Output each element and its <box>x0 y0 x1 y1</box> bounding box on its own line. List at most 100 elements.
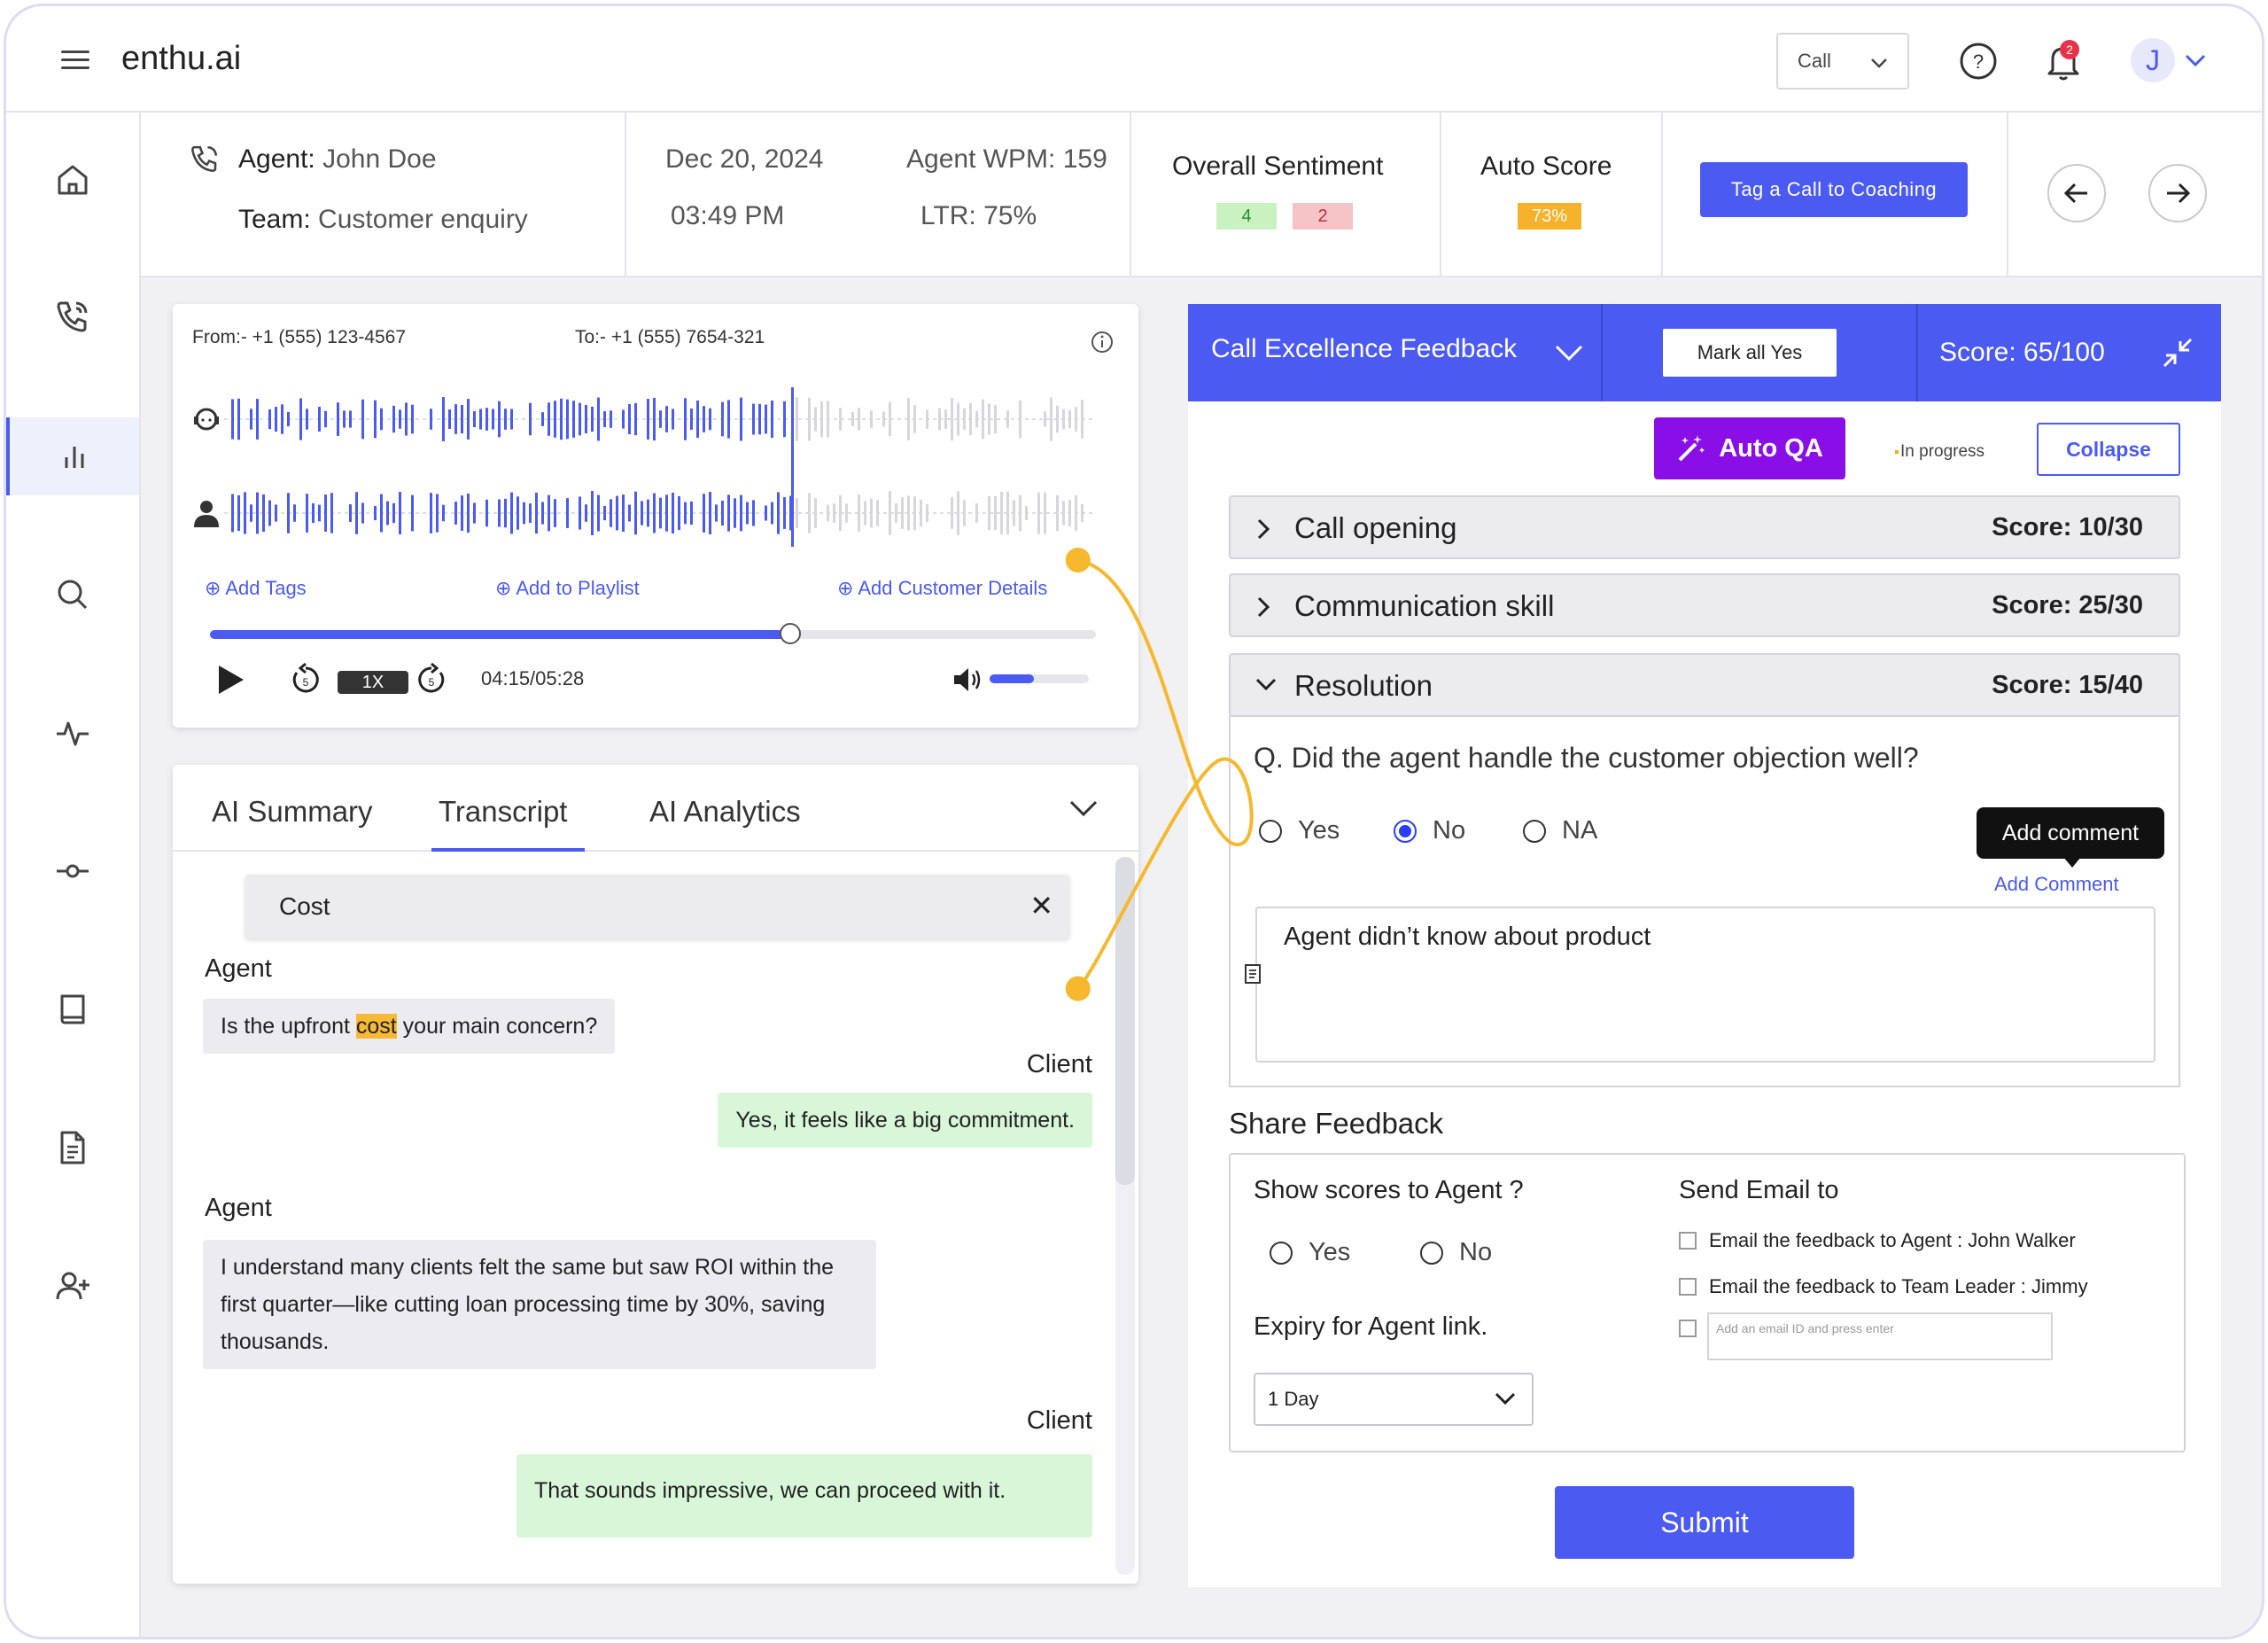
wave-bar <box>566 399 569 440</box>
wave-bar <box>771 502 773 525</box>
wave-bar <box>256 399 259 440</box>
tab-ai-summary[interactable]: AI Summary <box>212 795 373 829</box>
email-agent-checkbox[interactable]: Email the feedback to Agent : John Walke… <box>1679 1229 2076 1252</box>
radio-circle[interactable] <box>1259 819 1282 843</box>
chevron-down-icon[interactable] <box>1553 341 1585 366</box>
volume-icon[interactable] <box>952 666 984 694</box>
wave-bar <box>1068 409 1071 429</box>
sidebar-item-search[interactable] <box>6 556 139 634</box>
agent-waveform[interactable] <box>189 393 1110 446</box>
add-tags-link[interactable]: ⊕ Add Tags <box>205 577 307 600</box>
submit-button[interactable]: Submit <box>1555 1486 1854 1559</box>
scrollbar[interactable] <box>1115 857 1135 1575</box>
wave-bar <box>405 402 408 436</box>
chevron-down-icon[interactable] <box>2184 51 2207 70</box>
help-icon[interactable]: ? <box>1955 38 2001 84</box>
email-input[interactable]: Add an email ID and press enter <box>1707 1312 2053 1360</box>
radio-circle[interactable] <box>1394 819 1417 843</box>
customer-waveform[interactable] <box>189 487 1110 540</box>
sidebar-item-activity[interactable] <box>6 694 139 772</box>
agent-message: I understand many clients felt the same … <box>203 1240 876 1369</box>
show-scores-no[interactable]: No <box>1420 1238 1492 1267</box>
close-icon[interactable]: ✕ <box>1029 889 1053 923</box>
radio-circle[interactable] <box>1523 819 1546 843</box>
wave-bar <box>448 409 451 429</box>
wave-bar <box>498 401 501 438</box>
play-icon[interactable] <box>215 662 247 697</box>
wave-bar <box>591 491 594 535</box>
chevron-down-icon <box>1871 58 1887 68</box>
tab-ai-analytics[interactable]: AI Analytics <box>649 795 801 829</box>
show-scores-label: Show scores to Agent ? <box>1254 1176 1524 1204</box>
wave-bar <box>585 504 587 522</box>
section-call-opening[interactable]: Call opening Score: 10/30 <box>1229 495 2180 559</box>
wave-bar <box>461 404 463 434</box>
collapse-button[interactable]: Collapse <box>2037 423 2180 476</box>
add-customer-link[interactable]: ⊕ Add Customer Details <box>837 577 1047 600</box>
option-no[interactable]: No <box>1394 816 1465 845</box>
radio-circle[interactable] <box>1270 1241 1293 1265</box>
call-type-select[interactable]: Call <box>1776 33 1909 90</box>
email-leader-checkbox[interactable]: Email the feedback to Team Leader : Jimm… <box>1679 1275 2088 1298</box>
wave-bar <box>231 399 234 440</box>
speed-button[interactable]: 1X <box>338 671 408 694</box>
wave-bar <box>262 494 265 533</box>
radio-circle[interactable] <box>1420 1241 1443 1265</box>
wave-bar <box>672 492 674 534</box>
wave-bar <box>709 408 711 431</box>
next-call-button[interactable] <box>2148 164 2207 222</box>
auto-qa-button[interactable]: Auto QA <box>1654 417 1845 479</box>
option-yes[interactable]: Yes <box>1259 816 1340 845</box>
checkbox[interactable] <box>1679 1278 1697 1296</box>
rewind-icon[interactable]: 5 <box>288 662 323 697</box>
section-communication-skill[interactable]: Communication skill Score: 25/30 <box>1229 573 2180 637</box>
minimize-icon[interactable] <box>2159 334 2196 371</box>
checkbox[interactable] <box>1679 1232 1697 1250</box>
wave-bar <box>690 501 693 526</box>
add-playlist-link[interactable]: ⊕ Add to Playlist <box>495 577 640 600</box>
section-resolution[interactable]: Resolution Score: 15/40 <box>1229 653 2180 717</box>
checkbox[interactable] <box>1679 1320 1697 1337</box>
menu-icon[interactable] <box>61 51 89 70</box>
expiry-select[interactable]: 1 Day <box>1254 1373 1534 1426</box>
sidebar-item-reports[interactable] <box>6 1109 139 1187</box>
progress-bar[interactable] <box>210 623 1096 644</box>
transcript-search-chip[interactable]: Cost ✕ <box>245 875 1069 938</box>
volume-slider[interactable] <box>990 674 1089 683</box>
scroll-thumb[interactable] <box>1115 857 1135 1185</box>
app-window: enthu.ai Call ? 2 J Agent: John Doe Team… <box>4 4 2264 1639</box>
sidebar-item-pipeline[interactable] <box>6 832 139 910</box>
sidebar-item-library[interactable] <box>6 970 139 1048</box>
wave-bar <box>988 495 990 531</box>
wave-bar <box>994 495 997 531</box>
wave-bar <box>1006 491 1009 535</box>
info-icon[interactable] <box>1091 331 1114 354</box>
sidebar-item-add-user[interactable] <box>6 1247 139 1325</box>
tab-transcript[interactable]: Transcript <box>431 795 586 852</box>
document-icon <box>60 1131 85 1164</box>
avatar[interactable]: J <box>2131 38 2175 82</box>
sidebar-item-home[interactable] <box>6 141 139 219</box>
option-na[interactable]: NA <box>1523 816 1597 845</box>
show-scores-yes[interactable]: Yes <box>1270 1238 1350 1267</box>
progress-fill <box>210 630 790 639</box>
playhead[interactable] <box>791 387 794 547</box>
sidebar-item-analytics[interactable] <box>6 417 139 495</box>
custom-email-checkbox[interactable] <box>1679 1320 1709 1337</box>
wave-bar <box>665 494 668 532</box>
forward-icon[interactable]: 5 <box>414 662 449 697</box>
progress-knob[interactable] <box>780 623 801 644</box>
mark-all-yes-button[interactable]: Mark all Yes <box>1663 329 1837 377</box>
wave-bar <box>839 494 842 532</box>
tag-coaching-button[interactable]: Tag a Call to Coaching <box>1700 162 1968 217</box>
comment-field[interactable]: Agent didn’t know about product <box>1255 907 2155 1063</box>
wave-bar <box>436 494 439 533</box>
note-icon <box>1245 964 1261 984</box>
sidebar-item-calls[interactable] <box>6 277 139 355</box>
chevron-down-icon[interactable] <box>1068 797 1099 822</box>
wave-bar <box>324 494 327 532</box>
previous-call-button[interactable] <box>2047 164 2106 222</box>
add-comment-link[interactable]: Add Comment <box>1994 873 2119 896</box>
feedback-title[interactable]: Call Excellence Feedback <box>1211 334 1517 364</box>
add-user-icon <box>56 1272 89 1300</box>
